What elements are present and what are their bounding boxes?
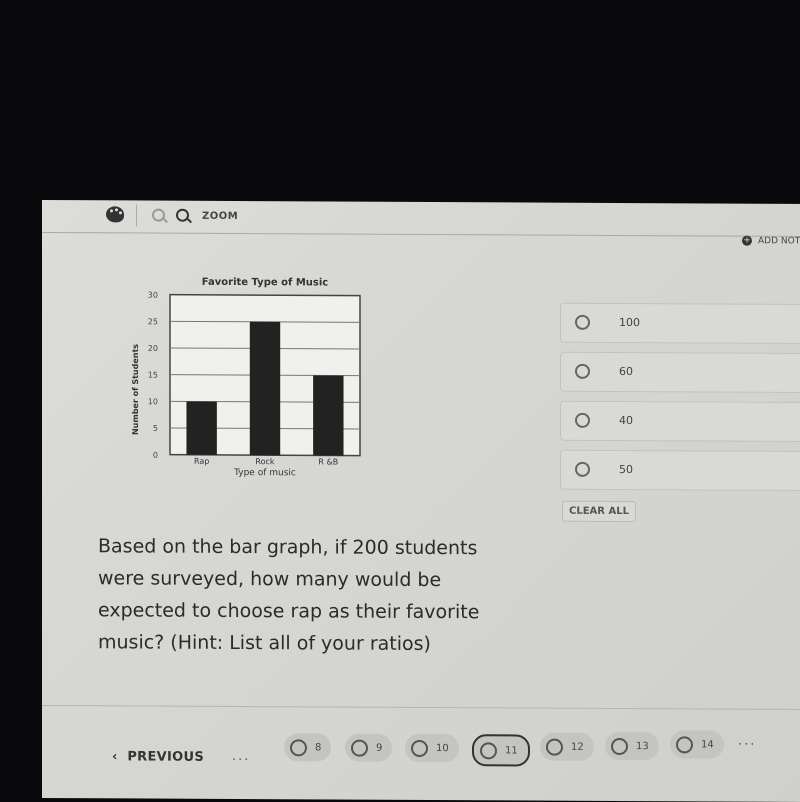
x-tick-label: Rock	[255, 457, 274, 466]
radio-button[interactable]	[575, 461, 590, 477]
plus-circle-icon: +	[742, 235, 752, 246]
question-nav-9[interactable]: 9	[345, 733, 393, 762]
answer-option[interactable]: 40	[560, 400, 800, 443]
ellipsis-right[interactable]: ...	[738, 734, 756, 749]
chart-xlabel: Type of music	[233, 468, 296, 478]
question-nav-11-current[interactable]: 11	[472, 734, 530, 767]
radio-button[interactable]	[575, 412, 590, 428]
add-note-button[interactable]: + ADD NOTE	[742, 235, 800, 247]
chart-ylabel: Number of Students	[131, 344, 140, 435]
question-nav-14[interactable]: 14	[670, 730, 724, 759]
quiz-screen: ZOOM + ADD NOTE Favorite Type of Music Nu…	[42, 199, 800, 802]
question-number: 8	[315, 741, 322, 753]
radio-button[interactable]	[575, 314, 590, 330]
circle-icon	[480, 741, 497, 759]
question-number: 9	[376, 742, 383, 754]
question-number: 10	[436, 742, 449, 754]
add-note-label: ADD NOTE	[758, 236, 800, 247]
question-nav-10[interactable]: 10	[405, 733, 459, 763]
y-tick-label: 30	[148, 291, 158, 300]
circle-icon	[546, 738, 563, 756]
bar-rb	[313, 375, 344, 456]
bar-chart: Favorite Type of Music Number of Student…	[130, 272, 370, 493]
question-number: 12	[571, 741, 584, 753]
y-tick-label: 25	[148, 317, 158, 326]
question-number: 14	[701, 738, 714, 751]
y-tick-label: 0	[153, 451, 158, 460]
question-nav-8[interactable]: 8	[284, 733, 332, 762]
answer-options: 100 60 40 50	[560, 302, 800, 500]
bar-rap	[186, 401, 217, 455]
question-number: 13	[636, 740, 649, 752]
answer-option[interactable]: 50	[560, 449, 800, 492]
chevron-left-icon: ‹	[112, 749, 128, 765]
bar-rock	[249, 321, 281, 456]
y-tick-label: 5	[153, 424, 158, 433]
previous-label: PREVIOUS	[127, 749, 204, 765]
clear-all-button[interactable]: CLEAR ALL	[562, 500, 636, 523]
ellipsis-left[interactable]: ...	[232, 749, 250, 764]
option-label: 50	[619, 463, 633, 477]
question-text: Based on the bar graph, if 200 students …	[98, 535, 480, 656]
circle-icon	[411, 739, 428, 757]
zoom-in-icon[interactable]	[176, 208, 189, 222]
option-label: 40	[619, 414, 633, 428]
footer-divider	[42, 704, 800, 711]
zoom-out-icon[interactable]	[152, 208, 165, 222]
circle-icon	[351, 739, 368, 757]
x-tick-label: Rap	[194, 457, 209, 466]
toolbar: ZOOM	[42, 199, 800, 238]
previous-button[interactable]: ‹ PREVIOUS	[112, 749, 204, 764]
y-tick-label: 15	[148, 371, 158, 380]
circle-icon	[676, 735, 693, 753]
question-number: 11	[505, 744, 518, 756]
answer-option[interactable]: 100	[560, 302, 800, 345]
zoom-label: ZOOM	[202, 210, 239, 223]
x-tick-label: R &B	[318, 457, 338, 466]
question-nav-12[interactable]: 12	[540, 732, 594, 761]
option-label: 60	[619, 365, 633, 379]
option-label: 100	[619, 316, 640, 330]
chart-title: Favorite Type of Music	[202, 277, 329, 289]
circle-icon	[290, 738, 307, 756]
chart-svg: Favorite Type of Music Number of Student…	[131, 277, 361, 478]
radio-button[interactable]	[575, 363, 590, 379]
question-nav-13[interactable]: 13	[605, 731, 659, 761]
toolbar-divider	[136, 204, 137, 227]
palette-icon[interactable]	[106, 206, 124, 223]
y-tick-label: 10	[148, 397, 158, 406]
y-tick-label: 20	[148, 344, 158, 353]
answer-option[interactable]: 60	[560, 351, 800, 394]
circle-icon	[611, 737, 628, 755]
